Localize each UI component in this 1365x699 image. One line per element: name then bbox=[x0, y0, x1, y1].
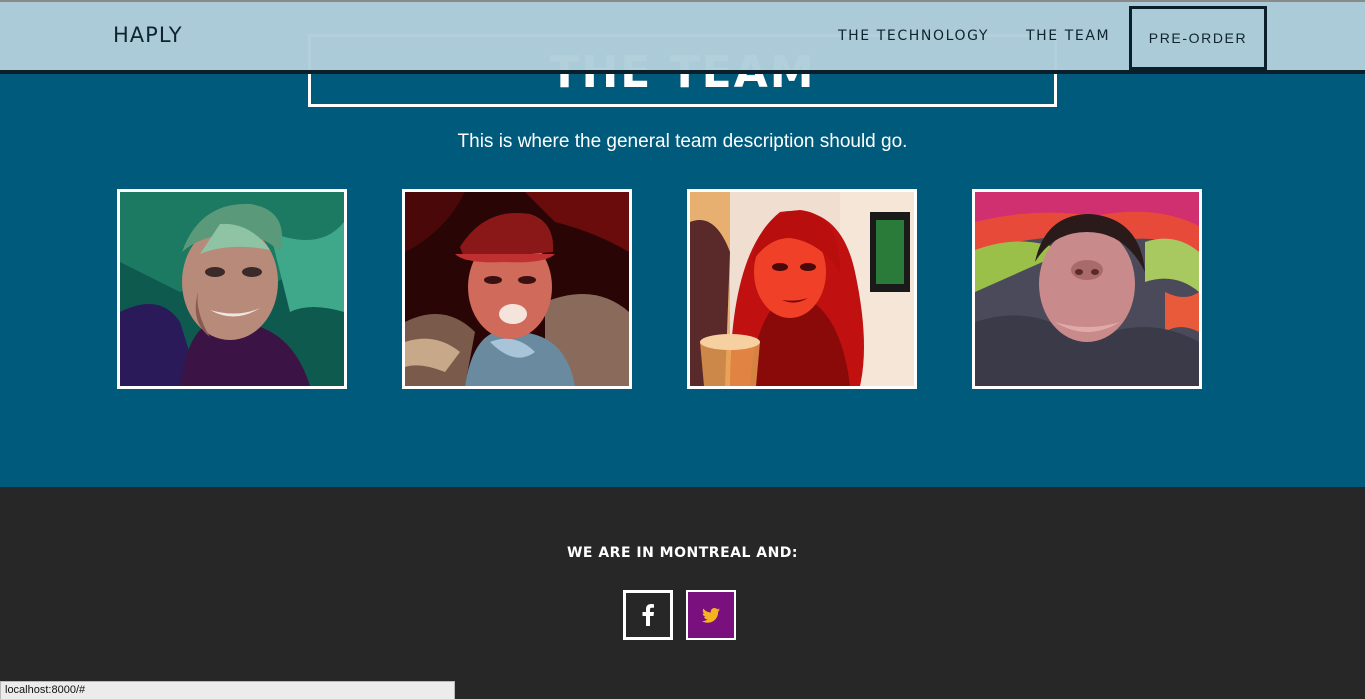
nav-link-team[interactable]: THE TEAM bbox=[1026, 28, 1110, 44]
portrait-illustration-2 bbox=[405, 192, 629, 386]
portrait-illustration-3 bbox=[690, 192, 914, 386]
team-member-photo-2[interactable] bbox=[402, 189, 632, 389]
brand-logo[interactable]: HAPLY bbox=[113, 23, 183, 47]
twitter-link[interactable] bbox=[686, 590, 736, 640]
browser-status-bar: localhost:8000/# bbox=[0, 681, 455, 699]
team-member-photo-4[interactable] bbox=[972, 189, 1202, 389]
facebook-link[interactable] bbox=[623, 590, 673, 640]
footer-tagline: WE ARE IN MONTREAL AND: bbox=[566, 545, 799, 561]
team-member-photo-3[interactable] bbox=[687, 189, 917, 389]
team-section: THE TEAM This is where the general team … bbox=[0, 2, 1365, 487]
twitter-icon bbox=[702, 607, 720, 623]
portrait-illustration-1 bbox=[120, 192, 344, 386]
team-member-photo-1[interactable] bbox=[117, 189, 347, 389]
navbar: HAPLY THE TECHNOLOGY THE TEAM PRE-ORDER bbox=[0, 2, 1365, 74]
portrait-illustration-4 bbox=[975, 192, 1199, 386]
pre-order-button[interactable]: PRE-ORDER bbox=[1129, 6, 1267, 70]
footer: WE ARE IN MONTREAL AND: bbox=[0, 487, 1365, 699]
team-description: This is where the general team descripti… bbox=[457, 131, 908, 152]
nav-link-technology[interactable]: THE TECHNOLOGY bbox=[838, 28, 989, 44]
facebook-icon bbox=[642, 604, 654, 626]
